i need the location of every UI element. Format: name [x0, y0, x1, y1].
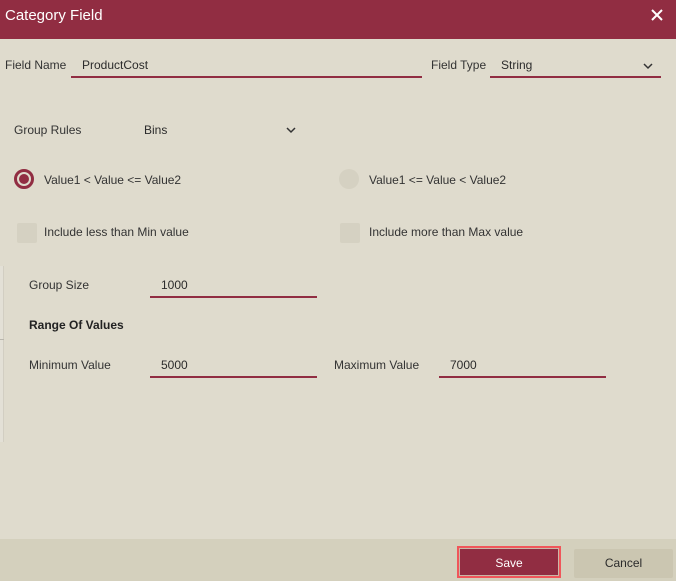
group-rules-value: Bins	[144, 123, 168, 137]
maximum-value-value: 7000	[450, 358, 477, 372]
side-panel-edge	[0, 266, 4, 442]
radio-value1-lt-value-le-value2[interactable]	[14, 169, 34, 189]
range-of-values-heading: Range Of Values	[29, 318, 124, 332]
group-rules-select[interactable]: Bins	[144, 121, 300, 141]
group-size-input[interactable]: 1000	[150, 276, 317, 298]
minimum-value-label: Minimum Value	[29, 358, 111, 372]
field-type-value: String	[501, 58, 533, 72]
maximum-value-input[interactable]: 7000	[439, 356, 606, 378]
radio-label-1: Value1 < Value <= Value2	[44, 173, 182, 187]
radio-value1-le-value-lt-value2[interactable]	[339, 169, 359, 189]
group-size-label: Group Size	[29, 278, 90, 292]
minimum-value-value: 5000	[161, 358, 188, 372]
side-panel-divider	[0, 339, 4, 340]
close-icon[interactable]	[648, 6, 666, 24]
field-type-select[interactable]: String	[490, 56, 661, 78]
dialog-titlebar: Category Field	[0, 0, 676, 39]
chevron-down-icon	[286, 127, 296, 134]
field-name-input[interactable]: ProductCost	[71, 56, 422, 78]
field-type-label: Field Type	[431, 58, 487, 72]
field-name-label: Field Name	[5, 58, 67, 72]
minimum-value-input[interactable]: 5000	[150, 356, 317, 378]
cancel-button[interactable]: Cancel	[574, 549, 673, 578]
checkbox-label-max: Include more than Max value	[369, 225, 524, 239]
radio-label-2: Value1 <= Value < Value2	[369, 173, 507, 187]
group-size-value: 1000	[161, 278, 188, 292]
dialog-title: Category Field	[5, 7, 103, 24]
chevron-down-icon	[643, 63, 653, 70]
checkbox-label-min: Include less than Min value	[44, 225, 189, 239]
include-less-than-min-checkbox[interactable]	[17, 223, 37, 243]
group-rules-label: Group Rules	[14, 123, 82, 137]
field-name-value: ProductCost	[82, 58, 149, 72]
include-more-than-max-checkbox[interactable]	[340, 223, 360, 243]
maximum-value-label: Maximum Value	[334, 358, 420, 372]
save-button[interactable]: Save	[457, 546, 561, 578]
